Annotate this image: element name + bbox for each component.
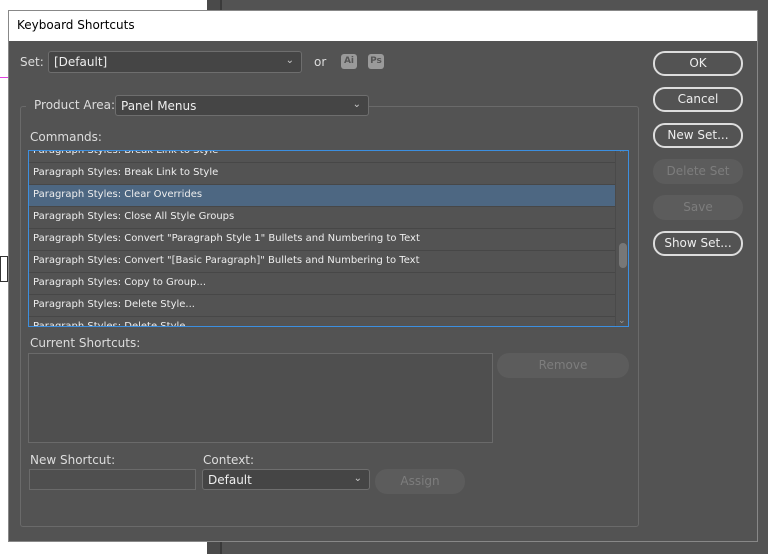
command-row[interactable]: Paragraph Styles: Break Link to Style (29, 151, 616, 163)
photoshop-set-icon[interactable]: Ps (368, 54, 384, 69)
set-value: [Default] (54, 55, 108, 69)
product-area-value: Panel Menus (121, 99, 197, 113)
current-shortcuts-list[interactable] (28, 353, 493, 443)
context-value: Default (208, 473, 252, 487)
scroll-down-icon[interactable]: ⌄ (618, 316, 626, 326)
commands-scrollbar[interactable]: ⌃ ⌄ (615, 151, 628, 326)
product-area-select[interactable]: Panel Menus ⌄ (115, 95, 369, 116)
product-area-label: Product Area: (26, 98, 122, 112)
dialog-title: Keyboard Shortcuts (17, 18, 135, 32)
command-row[interactable]: Paragraph Styles: Copy to Group... (29, 273, 616, 295)
context-select[interactable]: Default ⌄ (202, 469, 370, 490)
command-row[interactable]: Paragraph Styles: Delete Style... (29, 317, 616, 326)
commands-list[interactable]: Paragraph Styles: Break Link to Style Par… (28, 150, 629, 327)
chevron-down-icon: ⌄ (285, 55, 294, 66)
command-row[interactable]: Paragraph Styles: Delete Style... (29, 295, 616, 317)
set-label: Set: (20, 55, 44, 69)
background-frame (0, 256, 8, 282)
assign-button[interactable]: Assign (375, 469, 465, 494)
new-set-button[interactable]: New Set... (653, 123, 743, 148)
title-bar: Keyboard Shortcuts (9, 11, 757, 41)
commands-label: Commands: (30, 130, 102, 144)
delete-set-button[interactable]: Delete Set (653, 159, 743, 184)
cancel-button[interactable]: Cancel (653, 87, 743, 112)
scroll-up-icon[interactable]: ⌃ (618, 151, 626, 159)
command-row[interactable]: Paragraph Styles: Clear Overrides (29, 185, 616, 207)
command-row[interactable]: Paragraph Styles: Convert "[Basic Paragr… (29, 251, 616, 273)
remove-button[interactable]: Remove (497, 353, 629, 378)
ok-button[interactable]: OK (653, 51, 743, 76)
chevron-down-icon: ⌄ (352, 99, 361, 110)
or-label: or (314, 55, 327, 69)
guide-line (0, 77, 8, 78)
scrollbar-thumb[interactable] (619, 242, 627, 268)
show-set-button[interactable]: Show Set... (653, 231, 743, 256)
command-row[interactable]: Paragraph Styles: Convert "Paragraph Sty… (29, 229, 616, 251)
keyboard-shortcuts-dialog: Keyboard Shortcuts Set: [Default] ⌄ or Ai… (8, 10, 758, 542)
set-select[interactable]: [Default] ⌄ (48, 51, 302, 73)
command-row[interactable]: Paragraph Styles: Break Link to Style (29, 163, 616, 185)
illustrator-set-icon[interactable]: Ai (341, 54, 357, 69)
chevron-down-icon: ⌄ (353, 473, 362, 484)
context-label: Context: (203, 453, 255, 467)
save-button[interactable]: Save (653, 195, 743, 220)
current-shortcuts-label: Current Shortcuts: (30, 336, 141, 350)
new-shortcut-input[interactable] (29, 469, 196, 490)
command-row[interactable]: Paragraph Styles: Close All Style Groups (29, 207, 616, 229)
new-shortcut-label: New Shortcut: (30, 453, 116, 467)
